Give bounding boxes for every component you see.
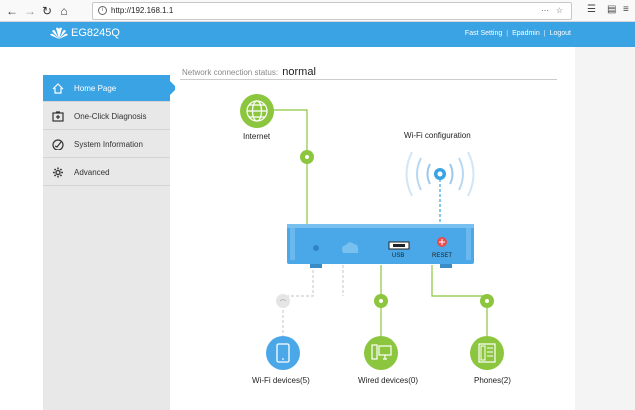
internet-link-line — [273, 109, 308, 228]
phone-link-line — [431, 265, 488, 340]
wifi-devices-label[interactable]: Wi-Fi devices(5) — [252, 376, 310, 385]
phones-label[interactable]: Phones(2) — [474, 376, 511, 385]
reset-label: RESET — [432, 253, 453, 259]
phone-link-node — [480, 294, 494, 308]
usb-label: USB — [392, 253, 405, 259]
wired-link-node — [374, 294, 388, 308]
network-topology — [240, 94, 504, 370]
telephone-icon[interactable] — [470, 336, 504, 370]
internet-link-node — [300, 150, 314, 164]
wifi-link-node — [276, 294, 290, 308]
internet-label: Internet — [243, 132, 271, 141]
wifi-config-label[interactable]: Wi-Fi configuration — [404, 131, 471, 140]
router-icon[interactable] — [287, 224, 474, 268]
desktop-computer-icon[interactable] — [364, 336, 398, 370]
tablet-icon[interactable] — [266, 336, 300, 370]
globe-icon[interactable] — [240, 94, 274, 128]
wired-devices-label[interactable]: Wired devices(0) — [358, 376, 418, 385]
